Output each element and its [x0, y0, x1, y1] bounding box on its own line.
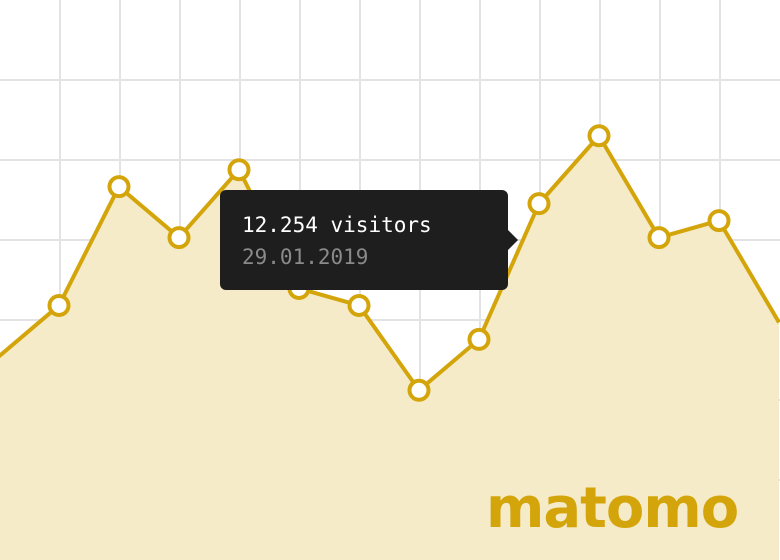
data-point[interactable]: [47, 293, 71, 317]
data-point[interactable]: [167, 226, 191, 250]
data-point[interactable]: [467, 327, 491, 351]
matomo-logo: matomo: [486, 476, 739, 541]
data-point[interactable]: [107, 175, 131, 199]
tooltip-date: 29.01.2019: [242, 245, 369, 269]
data-point[interactable]: [707, 209, 731, 233]
data-point[interactable]: [407, 378, 431, 402]
tooltip-value: 12.254: [242, 213, 318, 237]
data-point[interactable]: [527, 192, 551, 216]
data-point[interactable]: [347, 293, 371, 317]
tooltip: 12.254 visitors 29.01.2019: [220, 190, 518, 290]
tooltip-unit: visitors: [330, 213, 432, 237]
data-point[interactable]: [227, 158, 251, 182]
data-point[interactable]: [587, 124, 611, 148]
data-point[interactable]: [647, 226, 671, 250]
tooltip-value-line: 12.254 visitors: [242, 210, 486, 240]
